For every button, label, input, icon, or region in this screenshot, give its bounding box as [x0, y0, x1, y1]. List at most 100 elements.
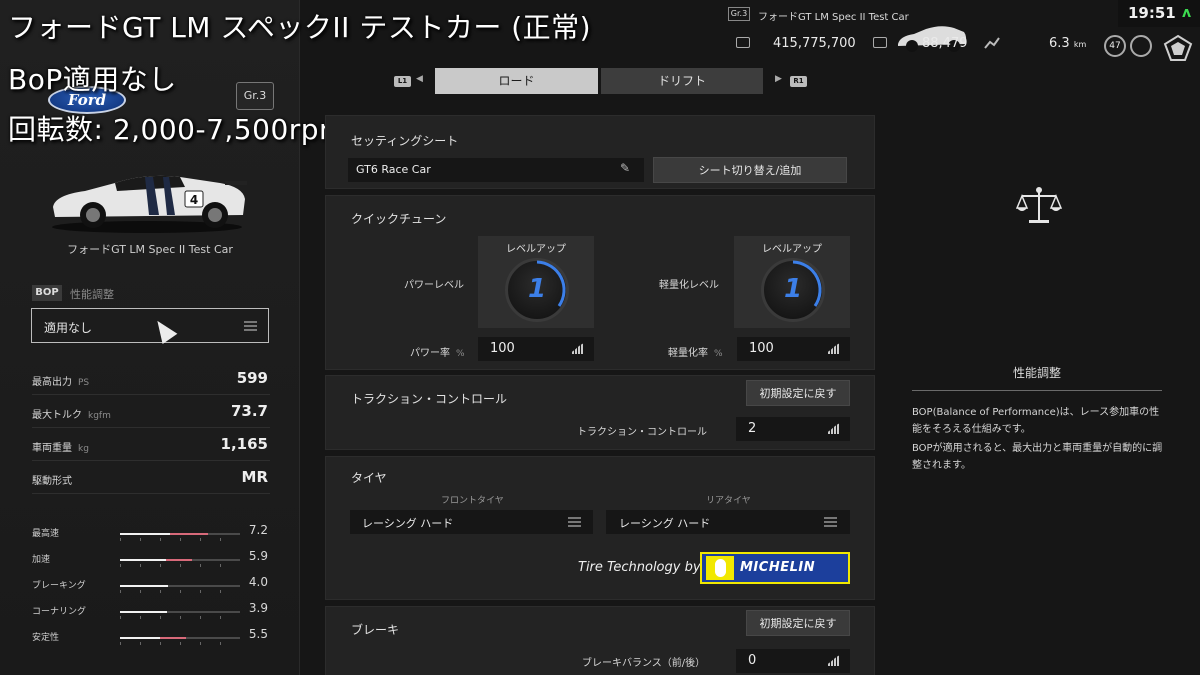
car-info-panel: Ford Gr.3 4 フォードGT LM Spec II Test Car B… — [0, 0, 300, 675]
spec-unit: kg — [78, 444, 89, 454]
menu-icon — [244, 321, 257, 331]
signal-icon: ʌ — [1182, 5, 1192, 21]
sheet-name-field[interactable]: GT6 Race Car ✎ — [348, 158, 644, 182]
power-rate-field[interactable]: 100 — [478, 337, 594, 361]
michelin-wordmark: MICHELIN — [740, 560, 816, 575]
spec-value: 73.7 — [230, 402, 268, 420]
info-divider — [912, 390, 1162, 391]
clock-widget: 19:51 ʌ — [1118, 0, 1200, 27]
signal-bars-icon — [828, 343, 840, 354]
perf-label: ブレーキング — [32, 581, 86, 591]
gr-class-badge: Gr.3 — [236, 82, 274, 110]
settings-sheet-title: セッティングシート — [351, 134, 459, 148]
balance-scale-icon — [1016, 187, 1062, 223]
menu-round-icon[interactable] — [1130, 35, 1152, 57]
perf-bar — [120, 585, 240, 587]
front-tire-value: レーシング ハード — [362, 517, 454, 530]
sheet-name: GT6 Race Car — [356, 163, 431, 176]
power-level-value: 1 — [527, 274, 547, 304]
perf-row-stability: 安定性 5.5 — [32, 627, 270, 650]
power-level-box[interactable]: レベルアップ 1 — [478, 236, 594, 328]
perf-label: 最高速 — [32, 529, 60, 539]
traction-value-field[interactable]: 2 — [736, 417, 850, 441]
perf-bar — [120, 611, 240, 613]
perf-value: 5.5 — [248, 627, 268, 641]
level-icon: 47 — [1104, 35, 1126, 57]
mileage-icon — [873, 37, 887, 48]
power-rate-text: パワー率 — [410, 348, 450, 359]
perf-bar — [120, 559, 240, 561]
perf-ticks — [120, 642, 240, 645]
perf-label: 安定性 — [32, 633, 60, 643]
svg-text:4: 4 — [190, 193, 198, 207]
traction-reset-button[interactable]: 初期設定に戻す — [746, 380, 850, 406]
credits-value: 415,775,700 — [773, 36, 856, 51]
traction-value: 2 — [748, 421, 757, 436]
distance-value: 6.3 km — [1049, 36, 1086, 51]
tab-drift[interactable]: ドリフト — [601, 68, 763, 94]
perf-bar-highlight — [166, 559, 192, 561]
power-rate-value: 100 — [490, 341, 515, 356]
spec-label: 車両重量 — [32, 443, 72, 454]
perf-bar — [120, 533, 240, 535]
power-level-label: パワーレベル — [404, 280, 464, 291]
weight-rate-label: 軽量化率% — [668, 344, 723, 359]
perf-value: 4.0 — [248, 575, 268, 589]
brake-title: ブレーキ — [351, 623, 400, 637]
l1-key: L1 — [394, 76, 411, 87]
spec-row-weight: 車両重量 kg 1,165 — [32, 431, 270, 461]
weight-level-dial[interactable]: 1 — [761, 258, 825, 322]
credits-icon — [736, 37, 750, 48]
sheet-switch-button[interactable]: シート切り替え/追加 — [653, 157, 847, 183]
bop-select-value: 適用なし — [44, 321, 93, 335]
signal-bars-icon — [828, 655, 840, 666]
rate-unit: % — [456, 349, 465, 359]
perf-row-top-speed: 最高速 7.2 — [32, 523, 270, 546]
perf-label: 加速 — [32, 555, 51, 565]
perf-bar-fill — [120, 585, 168, 587]
overlay-caption-title: フォードGT LM スペックII テストカー (正常) — [8, 11, 592, 44]
rear-tire-select[interactable]: レーシング ハード — [606, 510, 850, 534]
arrow-right-icon: ▶ — [775, 74, 782, 84]
brake-balance-field[interactable]: 0 — [736, 649, 850, 673]
level-up-label: レベルアップ — [506, 244, 566, 255]
spec-unit: PS — [78, 378, 90, 388]
power-rate-label: パワー率% — [410, 344, 465, 359]
power-level-dial[interactable]: 1 — [505, 258, 569, 322]
spec-value: MR — [241, 468, 268, 486]
car-image: 4 — [52, 175, 247, 233]
weight-rate-field[interactable]: 100 — [737, 337, 850, 361]
brake-reset-button[interactable]: 初期設定に戻す — [746, 610, 850, 636]
rear-tire-label: リアタイヤ — [706, 496, 751, 506]
crest-icon — [1163, 34, 1193, 61]
spec-unit: kgfm — [88, 411, 111, 421]
weight-rate-text: 軽量化率 — [668, 348, 708, 359]
distance-graph-icon — [984, 37, 1000, 49]
distance-unit: km — [1073, 40, 1087, 49]
rate-unit: % — [714, 349, 723, 359]
perf-bar-fill — [120, 611, 167, 613]
edit-pencil-icon[interactable]: ✎ — [620, 161, 630, 175]
spec-value: 599 — [236, 369, 268, 387]
bop-tag: BOP — [32, 285, 62, 301]
perf-value: 5.9 — [248, 549, 268, 563]
perf-bar — [120, 637, 240, 639]
tire-technology-label: Tire Technology by — [578, 560, 701, 575]
menu-icon — [824, 517, 837, 527]
perf-ticks — [120, 590, 240, 593]
perf-ticks — [120, 538, 240, 541]
perf-row-acceleration: 加速 5.9 — [32, 549, 270, 572]
weight-level-label: 軽量化レベル — [659, 280, 719, 291]
distance-number: 6.3 — [1049, 36, 1070, 51]
level-up-label: レベルアップ — [762, 244, 822, 255]
signal-bars-icon — [828, 423, 840, 434]
info-text-2: BOPが適用されると、最大出力と車両重量が自動的に調整されます。 — [912, 443, 1163, 471]
weight-level-box[interactable]: レベルアップ 1 — [734, 236, 850, 328]
brake-balance-label: ブレーキバランス（前/後） — [582, 658, 706, 669]
front-tire-select[interactable]: レーシング ハード — [350, 510, 593, 534]
weight-level-value: 1 — [783, 274, 803, 304]
perf-bar-highlight — [160, 637, 186, 639]
tab-road[interactable]: ロード — [435, 68, 598, 94]
perf-label: コーナリング — [32, 607, 87, 617]
r1-key: R1 — [790, 76, 807, 87]
